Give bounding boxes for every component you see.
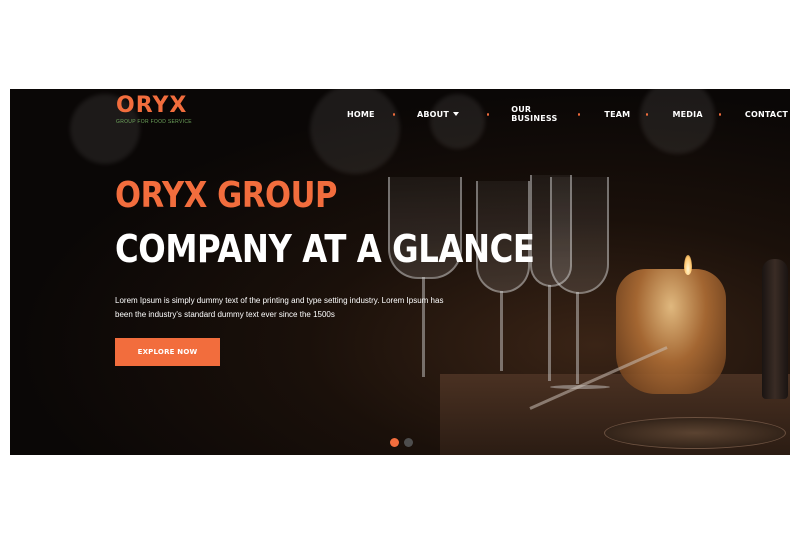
nav-label: MEDIA [672, 109, 703, 119]
nav-item-home[interactable]: HOME [347, 110, 375, 119]
wine-glass-stem [422, 277, 425, 377]
nav-label: ABOUT [416, 109, 449, 119]
chevron-down-icon [452, 112, 459, 116]
nav-item-about[interactable]: ABOUT [417, 110, 459, 119]
wine-glass-stem [500, 291, 503, 371]
brand-logo[interactable]: ORYX GROUP FOR FOOD SERVICE [116, 93, 192, 126]
logo-tagline: GROUP FOR FOOD SERVICE [116, 119, 192, 125]
hero-description: Lorem Ipsum is simply dummy text of the … [115, 296, 444, 319]
wine-glass-image [550, 177, 609, 294]
plate-image [604, 417, 786, 449]
nav-item-our-business[interactable]: OUR BUSINESS [511, 105, 562, 123]
hero-title-main: COMPANY AT A GLANCE [115, 227, 535, 271]
nav-item-contact[interactable]: CONTACT [745, 110, 788, 119]
nav-item-team[interactable]: TEAM [604, 110, 630, 119]
hero-banner: ORYX GROUP FOR FOOD SERVICE HOME ABOUT O… [10, 89, 790, 455]
nav-separator-dot [578, 112, 581, 116]
nav-item-media[interactable]: MEDIA [672, 110, 702, 119]
wine-glass-stem [548, 285, 551, 381]
main-nav: HOME ABOUT OUR BUSINESS TEAM MEDIA CONTA… [347, 105, 790, 123]
nav-separator-dot [646, 112, 649, 116]
nav-label: HOME [347, 109, 375, 119]
wine-glass-stem [576, 292, 579, 384]
logo-wordmark: ORYX [116, 93, 188, 118]
nav-label: OUR BUSINESS [511, 105, 558, 123]
nav-label: CONTACT [744, 109, 789, 119]
flame-image [684, 255, 692, 275]
bokeh-light [310, 89, 400, 174]
explore-now-button[interactable]: EXPLORE NOW [115, 338, 220, 366]
nav-separator-dot [718, 112, 721, 116]
nav-separator-dot [486, 112, 490, 116]
slider-dot-2[interactable] [404, 438, 413, 447]
nav-label: TEAM [604, 109, 631, 119]
slider-pagination [390, 438, 413, 447]
pepper-grinder-image [762, 259, 788, 399]
hero-title-brand: ORYX GROUP [115, 175, 338, 216]
nav-separator-dot [392, 112, 395, 116]
slider-dot-1[interactable] [390, 438, 399, 447]
candle-image [616, 269, 726, 394]
